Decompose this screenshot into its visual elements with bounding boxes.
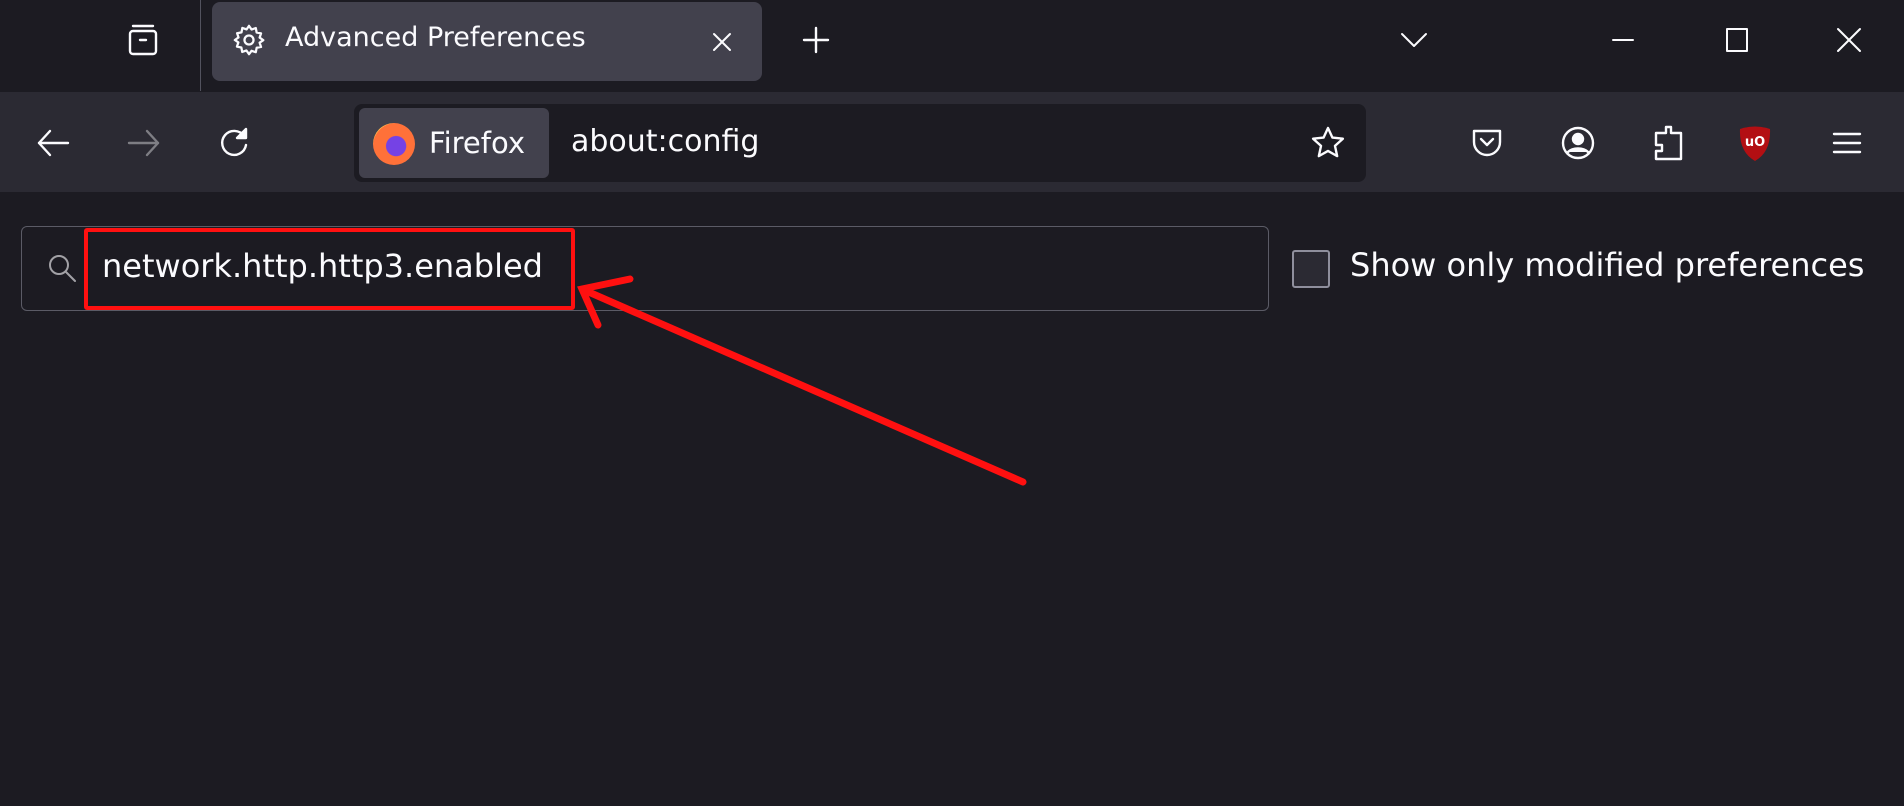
annotation-arrow	[577, 275, 1027, 486]
arrow-shaft	[580, 286, 1027, 486]
